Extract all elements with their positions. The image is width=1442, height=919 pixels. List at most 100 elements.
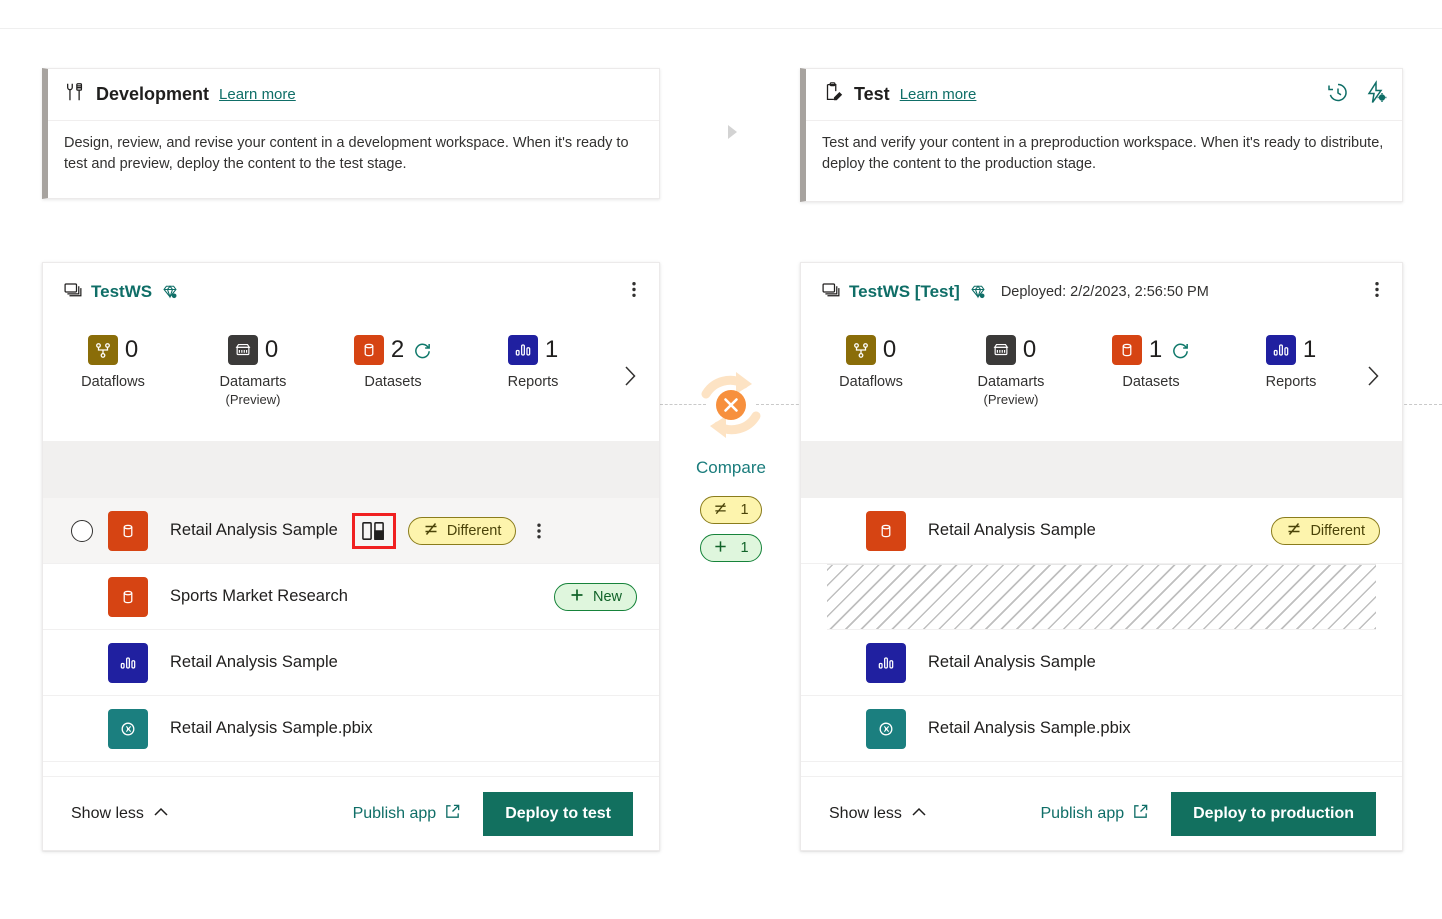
deployment-history-icon[interactable] [1326,80,1350,109]
stage-title: Test [854,84,890,105]
artifact-row[interactable]: Retail Analysis Sample [43,630,659,696]
chevron-up-icon [153,805,169,823]
dataset-icon [108,511,148,551]
stat-count: 0 [1023,338,1036,362]
publish-app-label: Publish app [1041,805,1125,823]
learn-more-link-development[interactable]: Learn more [219,86,296,103]
stage-card-test: Test Learn more Test and verify your co [800,68,1403,202]
artifact-row[interactable]: Retail Analysis Sample Different [43,498,659,564]
external-link-icon [444,803,461,825]
compare-artifact-icon[interactable] [352,513,396,549]
stage-header-actions [1326,80,1388,109]
artifact-row[interactable]: Sports Market ResearchNew [43,564,659,630]
show-less-toggle[interactable]: Show less [829,805,927,823]
stat-count: 1 [1149,338,1162,362]
show-less-toggle[interactable]: Show less [71,805,169,823]
stat-datamarts[interactable]: 0Datamarts(Preview) [183,335,323,407]
stat-datasets[interactable]: 1Datasets [1081,335,1221,390]
artifact-row[interactable]: Retail Analysis Sample.pbix [43,696,659,762]
deployed-timestamp: Deployed: 2/2/2023, 2:56:50 PM [1001,284,1209,300]
datamart-icon [986,335,1016,365]
artifact-select-radio[interactable] [71,520,93,542]
workspace-footer: Show less Publish app Deploy to production [801,776,1402,850]
compare-badge-different: 1 [700,496,762,524]
pbix-icon [866,709,906,749]
artifact-name: Retail Analysis Sample.pbix [170,719,373,738]
stage-description: Design, review, and revise your content … [48,121,659,176]
compare-badge-count: 1 [740,502,748,518]
learn-more-link-test[interactable]: Learn more [900,86,977,103]
stage-title: Development [96,84,209,105]
deploy-button[interactable]: Deploy to test [483,792,633,836]
refresh-icon[interactable] [1171,341,1190,360]
report-icon [1266,335,1296,365]
stat-count: 1 [545,338,558,362]
publish-app-link[interactable]: Publish app [353,803,462,825]
stats-next-chevron-icon[interactable] [619,363,641,394]
artifact-row[interactable]: Retail Analysis SampleDifferent [801,498,1402,564]
artifact-status-label: Different [447,523,502,539]
refresh-icon[interactable] [413,341,432,360]
stat-dataflows[interactable]: 0Dataflows [43,335,183,390]
workspace-header: TestWS [43,263,659,321]
artifact-name: Retail Analysis Sample.pbix [928,719,1131,738]
artifact-status-label: New [593,589,622,605]
publish-app-link[interactable]: Publish app [1041,803,1150,825]
report-icon [508,335,538,365]
stat-dataflows[interactable]: 0Dataflows [801,335,941,390]
stats-next-chevron-icon[interactable] [1362,363,1384,394]
artifact-list: Retail Analysis Sample Different Sports Ma… [43,498,659,776]
plus-icon [569,587,585,607]
stat-count: 2 [391,338,404,362]
artifact-name: Retail Analysis Sample [170,521,338,540]
external-link-icon [1132,803,1149,825]
stat-reports[interactable]: 1Reports [463,335,603,390]
stat-datamarts[interactable]: 0 Datamarts (Preview) [941,335,1081,407]
stat-label: Dataflows [801,374,941,390]
stat-label: Reports [1221,374,1361,390]
dataflow-icon [88,335,118,365]
deploy-button[interactable]: Deploy to production [1171,792,1376,836]
artifact-row[interactable]: Retail Analysis Sample [801,630,1402,696]
artifact-status-badge: Different [408,517,517,545]
missing-artifact-placeholder [827,564,1376,630]
stat-sublabel: (Preview) [941,392,1081,407]
stat-datasets[interactable]: 2 Datasets [323,335,463,390]
workspace-more-options-button[interactable] [625,280,643,305]
artifact-stats-row: 0Dataflows0Datamarts(Preview)1Datasets1R… [801,321,1402,441]
artifact-status-label: Different [1310,523,1365,539]
compare-refresh-x-icon[interactable] [686,360,776,450]
deployment-pipeline-page: Development Learn more Design, review, a… [0,0,1442,919]
show-less-label: Show less [71,805,144,823]
stat-label: Datamarts [941,374,1081,390]
premium-capacity-icon [969,283,987,301]
report-icon [108,643,148,683]
not-equal-icon [713,501,728,520]
stat-count: 1 [1303,338,1316,362]
stat-reports[interactable]: 1 Reports [1221,335,1361,390]
top-divider [0,28,1442,29]
dataset-icon [1112,335,1142,365]
workspace-name[interactable]: TestWS [91,282,152,302]
artifact-row[interactable]: Retail Analysis Sample.pbix [801,696,1402,762]
plus-icon [713,539,728,558]
publish-app-label: Publish app [353,805,437,823]
workspace-icon [821,280,840,304]
workspace-header: TestWS [Test] Deployed: 2/2/2023, 2:56:50… [801,263,1402,321]
artifact-list-divider-band [43,441,659,498]
deployment-rules-icon[interactable] [1364,80,1388,109]
stat-label: Datasets [323,374,463,390]
clipboard-pencil-icon [822,81,844,108]
compare-badge-count: 1 [740,540,748,556]
stat-label: Datamarts [183,374,323,390]
not-equal-icon [423,521,439,541]
stage-description: Test and verify your content in a prepro… [806,121,1402,176]
workspace-name[interactable]: TestWS [Test] [849,282,960,302]
artifact-name: Retail Analysis Sample [170,653,338,672]
artifact-stats-row: 0Dataflows0Datamarts(Preview)2Datasets1R… [43,321,659,441]
workspace-more-options-button[interactable] [1368,280,1386,305]
artifact-more-options-button[interactable] [530,521,548,541]
stage-header-development: Development Learn more [48,69,659,121]
stat-sublabel: (Preview) [183,392,323,407]
compare-label[interactable]: Compare [666,458,796,478]
